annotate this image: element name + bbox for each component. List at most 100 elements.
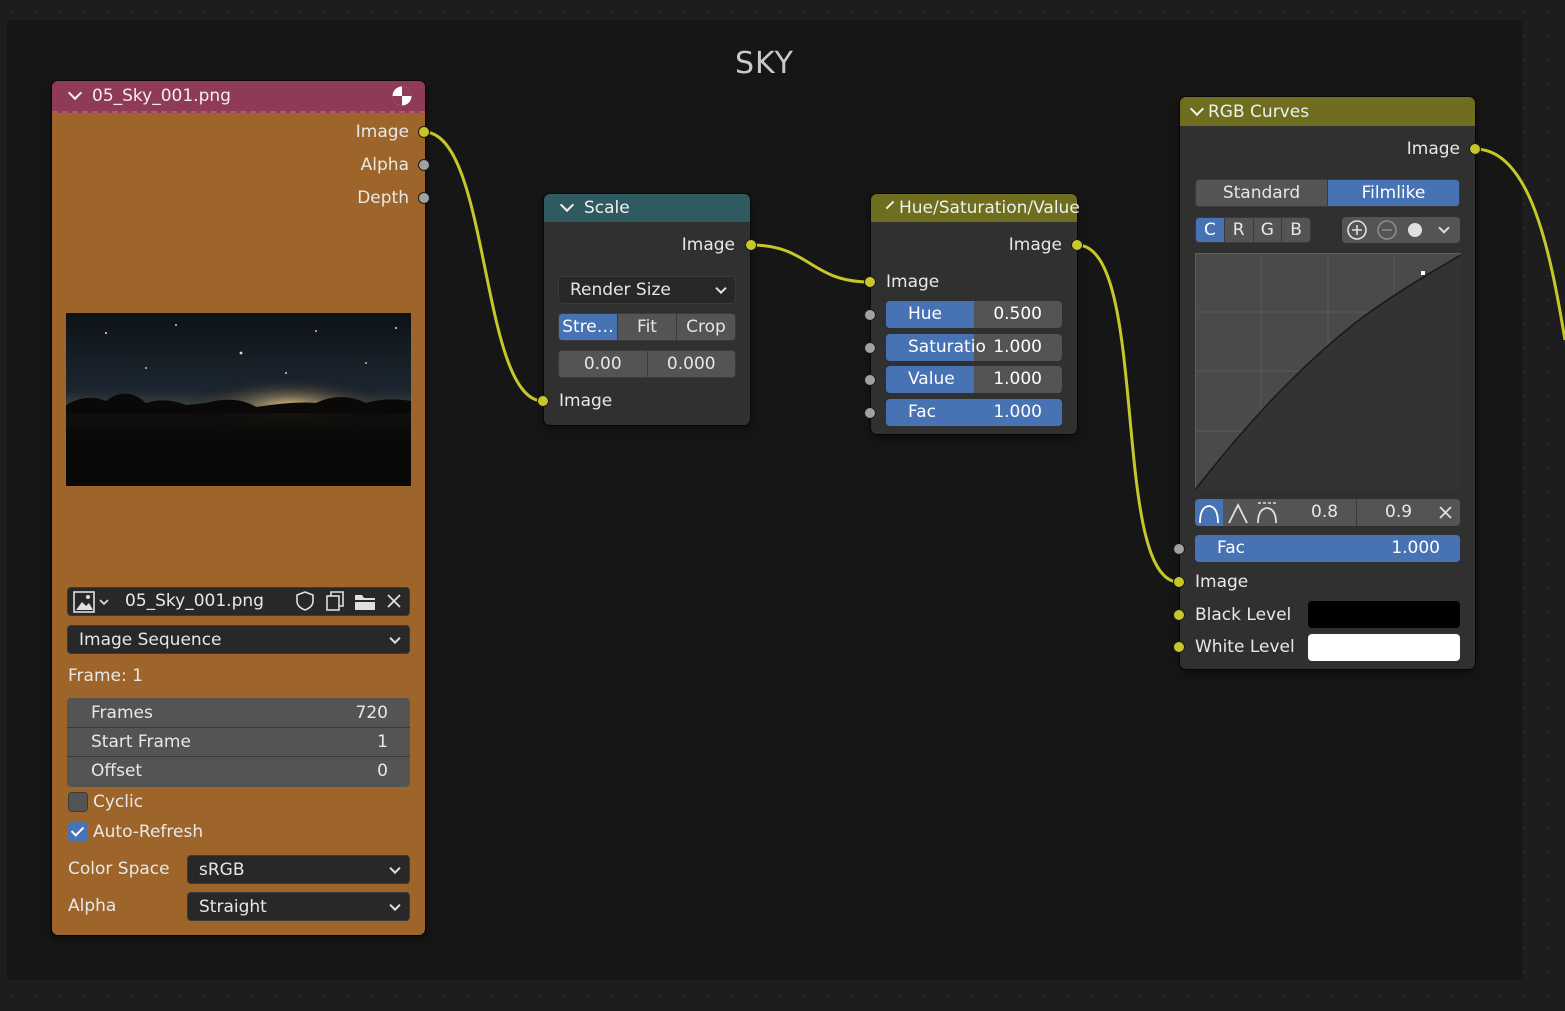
chevron-down-icon [715, 282, 727, 295]
offset-y-field[interactable]: 0.000 [647, 351, 735, 377]
handle-y-value[interactable]: 0.9 [1385, 502, 1412, 522]
cyclic-checkbox[interactable] [68, 792, 88, 812]
start-frame-field[interactable]: Start Frame 1 [67, 728, 410, 757]
alpha-mode-dropdown[interactable]: Straight [187, 892, 410, 921]
handle-auto-icon [1199, 505, 1219, 524]
image-source-value: Image Sequence [79, 629, 222, 650]
zoom-out-icon[interactable] [1376, 219, 1398, 241]
scale-input-socket[interactable] [537, 395, 549, 407]
mode-fit-button[interactable]: Fit [618, 314, 677, 340]
frames-value: 720 [355, 703, 388, 723]
curves-image-input-socket[interactable] [1173, 576, 1185, 588]
curve-editor[interactable] [1195, 253, 1461, 490]
channel-g-button[interactable]: G [1253, 218, 1283, 242]
zoom-in-icon[interactable] [1346, 219, 1368, 241]
offset-x-field[interactable]: 0.00 [559, 351, 648, 377]
curves-fac-label: Fac [1217, 538, 1245, 558]
handle-vector-icon[interactable] [1226, 501, 1250, 525]
cyclic-label: Cyclic [93, 792, 144, 812]
image-browse-icon[interactable] [73, 591, 113, 613]
frames-field[interactable]: Frames 720 [67, 698, 410, 728]
color-space-value: sRGB [199, 859, 245, 880]
tone-standard-button[interactable]: Standard [1196, 180, 1328, 206]
hsv-output-socket[interactable] [1071, 239, 1083, 251]
color-space-dropdown[interactable]: sRGB [187, 855, 410, 884]
curves-fac-value: 1.000 [1391, 538, 1440, 558]
delete-point-icon[interactable] [1438, 505, 1453, 520]
start-frame-label: Start Frame [91, 732, 191, 752]
scale-node-title: Scale [584, 198, 630, 218]
scale-frame-mode[interactable]: Stre… Fit Crop [558, 313, 736, 341]
hsv-fac-label: Fac [908, 402, 936, 422]
image-node-header[interactable]: 05_Sky_001.png [52, 81, 425, 113]
tone-mode-toggle[interactable]: Standard Filmlike [1195, 179, 1460, 207]
scale-offset-fields[interactable]: 0.00 0.000 [558, 350, 736, 378]
hsv-fac-socket[interactable] [864, 407, 876, 419]
hue-socket[interactable] [864, 309, 876, 321]
hsv-output-label: Image [1008, 235, 1062, 255]
saturation-socket[interactable] [864, 342, 876, 354]
value-value: 1.000 [993, 369, 1042, 389]
alpha-output-socket[interactable] [418, 159, 430, 171]
channel-b-button[interactable]: B [1282, 218, 1310, 242]
chevron-down-icon [389, 632, 401, 644]
value-slider[interactable]: Value 1.000 [886, 366, 1062, 393]
alpha-mode-value: Straight [199, 896, 267, 917]
duplicate-icon[interactable] [324, 590, 346, 612]
handle-auto-clamped-icon[interactable] [1255, 501, 1279, 525]
curves-image-input-label: Image [1195, 572, 1249, 592]
scale-space-dropdown[interactable]: Render Size [558, 276, 736, 304]
curves-fac-socket[interactable] [1173, 543, 1185, 555]
channel-r-button[interactable]: R [1224, 218, 1254, 242]
frames-label: Frames [91, 703, 153, 723]
rgb-curves-header[interactable]: RGB Curves [1180, 97, 1475, 126]
image-output-socket[interactable] [418, 126, 430, 138]
fake-user-shield-icon[interactable] [294, 590, 316, 612]
clip-options-icon[interactable] [1405, 220, 1425, 240]
offset-value: 0 [377, 761, 388, 781]
image-name-field[interactable]: 05_Sky_001.png [125, 591, 264, 611]
white-level-socket[interactable] [1173, 641, 1185, 653]
hsv-node-header[interactable]: Hue/Saturation/Value [871, 194, 1080, 222]
curves-fac-slider[interactable]: Fac 1.000 [1195, 535, 1460, 562]
hsv-input-label: Image [886, 272, 940, 292]
unlink-close-icon[interactable] [386, 593, 402, 609]
auto-refresh-checkbox[interactable] [68, 822, 88, 842]
hsv-image-input-socket[interactable] [864, 276, 876, 288]
open-folder-icon[interactable] [353, 590, 377, 612]
image-source-dropdown[interactable]: Image Sequence [67, 625, 410, 654]
depth-output-socket[interactable] [418, 192, 430, 204]
preview-toggle-icon[interactable] [391, 85, 413, 107]
hsv-fac-slider[interactable]: Fac 1.000 [886, 399, 1062, 426]
value-socket[interactable] [864, 374, 876, 386]
saturation-value: 1.000 [993, 337, 1042, 357]
mode-crop-button[interactable]: Crop [677, 314, 735, 340]
offset-field[interactable]: Offset 0 [67, 757, 410, 787]
collapse-chevron-icon[interactable] [885, 200, 895, 210]
mode-stretch-button[interactable]: Stre… [559, 314, 618, 340]
image-node-title: 05_Sky_001.png [92, 86, 231, 106]
saturation-slider[interactable]: Saturatio 1.000 [886, 334, 1062, 361]
scale-node-header[interactable]: Scale [544, 194, 750, 222]
handle-x-value[interactable]: 0.8 [1311, 502, 1338, 522]
channel-c-button[interactable]: C [1196, 218, 1225, 242]
curves-output-socket[interactable] [1469, 143, 1481, 155]
chevron-down-icon [389, 862, 401, 874]
hsv-node-title: Hue/Saturation/Value [899, 198, 1080, 218]
black-level-swatch[interactable] [1308, 601, 1460, 628]
frame-label: Frame: 1 [68, 666, 143, 686]
collapse-chevron-icon[interactable] [559, 197, 575, 213]
hue-slider[interactable]: Hue 0.500 [886, 301, 1062, 328]
collapse-chevron-icon[interactable] [1189, 101, 1205, 116]
white-level-swatch[interactable] [1308, 634, 1460, 661]
hue-label: Hue [908, 304, 943, 324]
channel-selector[interactable]: C R G B [1195, 217, 1311, 243]
scale-output-socket[interactable] [745, 239, 757, 251]
black-level-socket[interactable] [1173, 609, 1185, 621]
collapse-chevron-icon[interactable] [67, 85, 83, 101]
tone-filmlike-button[interactable]: Filmlike [1328, 180, 1459, 206]
curves-output-label: Image [1406, 139, 1460, 159]
start-frame-value: 1 [377, 732, 388, 752]
curve-control-point [1421, 271, 1425, 275]
saturation-label: Saturatio [908, 337, 986, 357]
